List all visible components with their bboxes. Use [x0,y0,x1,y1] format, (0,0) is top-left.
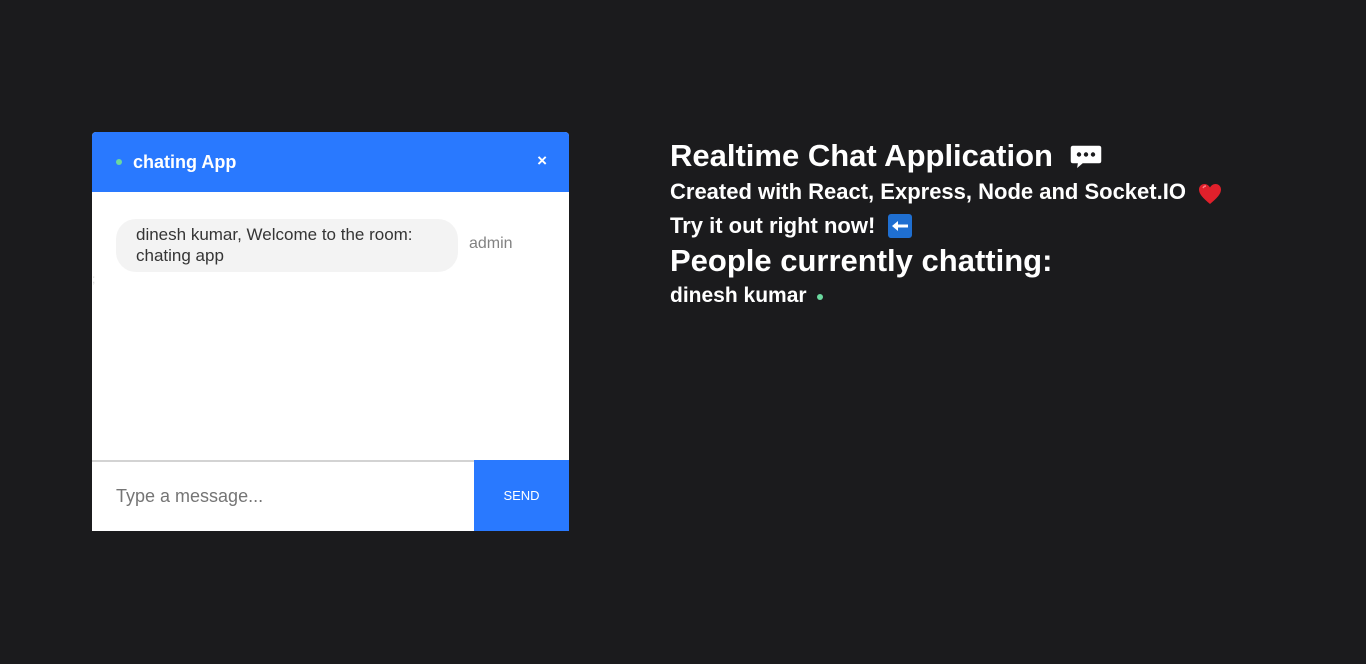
chat-room-title: chating App [133,151,237,172]
left-arrow-icon [887,213,913,239]
chat-window: chating App × dinesh kumar, Welcome to t… [92,132,569,531]
message-item: dinesh kumar, Welcome to the room: chati… [116,219,513,272]
message-composer: SEND [92,460,569,531]
send-button[interactable]: SEND [474,460,569,531]
user-list-item: dinesh kumar [670,279,1222,313]
app-subheading-text: Created with React, Express, Node and So… [670,179,1186,204]
message-sender: admin [469,234,513,252]
info-panel: Realtime Chat Application Created with R… [670,137,1222,313]
online-status-icon [816,294,823,300]
app-heading-text: Realtime Chat Application [670,138,1053,173]
cta-line: Try it out right now! [670,209,1222,243]
speech-bubble-icon [1069,143,1103,172]
app-subheading: Created with React, Express, Node and So… [670,175,1222,209]
message-input[interactable] [92,462,474,531]
message-list: dinesh kumar, Welcome to the room: chati… [92,192,569,460]
close-icon[interactable]: × [537,151,547,171]
user-name: dinesh kumar [670,284,807,307]
chat-header: chating App × [92,132,569,192]
page: chating App × dinesh kumar, Welcome to t… [0,0,1366,664]
message-bubble: dinesh kumar, Welcome to the room: chati… [116,219,458,272]
people-title: People currently chatting: [670,243,1053,278]
cta-text: Try it out right now! [670,213,876,238]
app-heading: Realtime Chat Application [670,137,1222,175]
stray-text-mark: ; [92,272,96,286]
online-status-icon [116,159,122,165]
heart-icon [1198,181,1222,204]
